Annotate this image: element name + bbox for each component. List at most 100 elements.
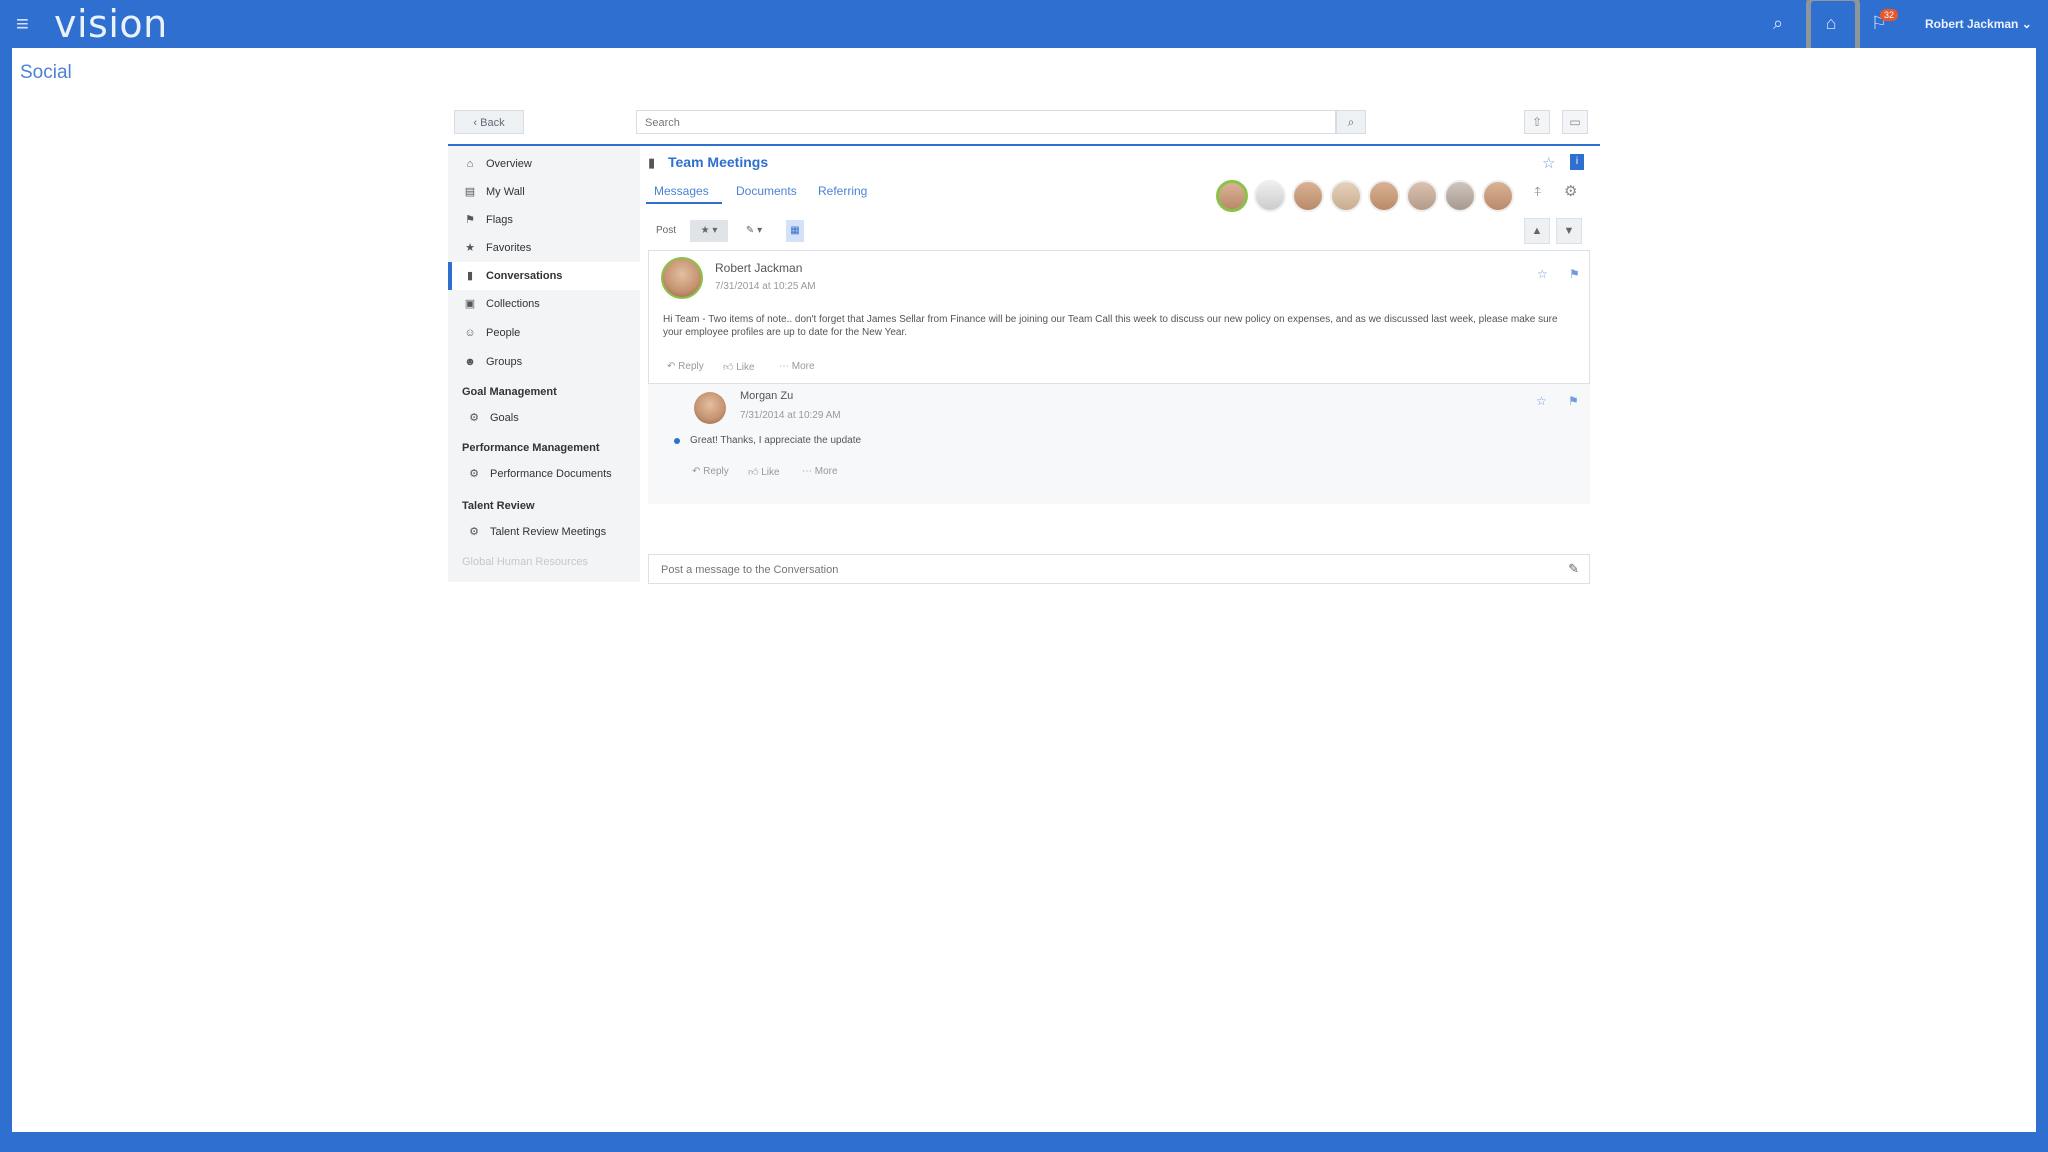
sidebar-item-global-hr[interactable]: Global Human Resources xyxy=(462,556,588,568)
sidebar-item-favorites[interactable]: ★ Favorites xyxy=(448,234,640,262)
flag-icon[interactable]: ⚑ xyxy=(1569,267,1580,281)
post-author[interactable]: Morgan Zu xyxy=(740,390,793,402)
search-icon: ⌕ xyxy=(1347,115,1355,129)
sidebar-item-talent-review-meetings[interactable]: ⚙ Talent Review Meetings xyxy=(448,518,640,546)
sidebar-item-label: Groups xyxy=(486,356,523,368)
sidebar-item-goals[interactable]: ⚙ Goals xyxy=(448,404,640,432)
sidebar-item-overview[interactable]: ⌂ Overview xyxy=(448,150,640,178)
scroll-up-button[interactable]: ▲ xyxy=(1524,218,1550,244)
star-icon: ★ xyxy=(465,242,475,254)
sidebar-item-flags[interactable]: ⚑ Flags xyxy=(448,206,640,234)
avatar[interactable] xyxy=(1330,180,1362,212)
star-icon: ★ ▾ xyxy=(700,225,718,236)
sidebar-item-label: Flags xyxy=(486,214,513,226)
upload-button[interactable]: ⇧ xyxy=(1524,110,1550,134)
avatar[interactable] xyxy=(1292,180,1324,212)
sidebar: ⌂ Overview ▤ My Wall ⚑ Flags ★ Favorites… xyxy=(448,146,640,582)
scroll-down-button[interactable]: ▼ xyxy=(1556,218,1582,244)
sidebar-item-conversations[interactable]: ▮ Conversations xyxy=(448,262,640,290)
avatar[interactable] xyxy=(1482,180,1514,212)
calendar-button[interactable]: ▦ xyxy=(786,220,804,242)
more-button[interactable]: ⋯ More xyxy=(802,466,838,477)
more-icon: ⋯ xyxy=(802,466,815,477)
search-icon[interactable]: ⌕ xyxy=(1765,10,1791,36)
groups-icon: ☻ xyxy=(464,356,476,368)
sidebar-item-label: Collections xyxy=(486,298,540,310)
like-button[interactable]: 👍︎ Like xyxy=(748,466,780,478)
search-button[interactable]: ⌕ xyxy=(1336,110,1366,134)
filter-starred-button[interactable]: ★ ▾ xyxy=(690,220,728,242)
sidebar-item-label: Favorites xyxy=(486,242,532,254)
notification-badge: 32 xyxy=(1880,9,1899,21)
post-author[interactable]: Robert Jackman xyxy=(715,261,802,275)
home-icon: ⌂ xyxy=(466,158,474,170)
like-button[interactable]: 👍︎ Like xyxy=(723,361,755,373)
more-button[interactable]: ⋯ More xyxy=(779,361,815,372)
search-input[interactable] xyxy=(643,112,1287,134)
sidebar-item-collections[interactable]: ▣ Collections xyxy=(448,290,640,318)
reply-button[interactable]: ↶ Reply xyxy=(667,361,704,372)
filter-bar: Post ★ ▾ ✎ ▾ ▦ ▲ ▼ xyxy=(646,218,1590,246)
conversation-title: Team Meetings xyxy=(668,154,769,170)
menu-icon[interactable]: ≡ xyxy=(16,13,38,35)
avatar[interactable] xyxy=(1368,180,1400,212)
collections-icon: ▣ xyxy=(464,298,476,310)
flag-icon[interactable]: ⚑ xyxy=(1568,394,1579,408)
avatar[interactable] xyxy=(1406,180,1438,212)
search-field[interactable] xyxy=(636,110,1336,134)
top-bar: ≡ vision ⌕ ⌂ ⚐ 32 Robert Jackman ⌄ xyxy=(0,0,2048,66)
post-timestamp: 7/31/2014 at 10:25 AM xyxy=(715,281,816,292)
user-menu[interactable]: Robert Jackman ⌄ xyxy=(1925,17,2032,31)
like-icon: 👍︎ xyxy=(723,362,737,373)
avatar[interactable] xyxy=(661,257,703,299)
edit-icon: ✎ ▾ xyxy=(745,225,763,236)
sidebar-item-label: Conversations xyxy=(486,270,563,282)
section-heading-performance-management: Performance Management xyxy=(462,442,600,454)
avatar[interactable] xyxy=(694,392,726,424)
sidebar-item-people[interactable]: ☺ People xyxy=(448,319,640,347)
flag-icon: ⚑ xyxy=(465,214,475,226)
conversation-panel: ▮ Team Meetings ☆ i Messages Documents R… xyxy=(646,146,1600,584)
filter-label: Post xyxy=(656,225,677,236)
social-app: ‹ Back ⌕ ⇧ ▭ ⌂ Overview ▤ My Wall ⚑ Flag… xyxy=(448,104,1600,584)
info-icon[interactable]: i xyxy=(1570,154,1584,170)
app-logo: vision xyxy=(54,2,168,46)
star-icon[interactable]: ☆ xyxy=(1537,267,1548,281)
gear-icon[interactable]: ⚙ xyxy=(1564,182,1577,200)
sidebar-item-label: People xyxy=(486,327,521,339)
like-icon: 👍︎ xyxy=(748,467,762,478)
favorite-star-icon[interactable]: ☆ xyxy=(1542,154,1555,172)
chevron-down-icon: ▼ xyxy=(1563,225,1575,237)
gear-icon: ⚙ xyxy=(469,526,479,538)
add-member-icon[interactable]: ⍏ xyxy=(1534,184,1542,200)
gear-icon: ⚙ xyxy=(469,412,479,424)
active-tab-indicator xyxy=(646,202,722,204)
window-button[interactable]: ▭ xyxy=(1562,110,1588,134)
reply-icon: ↶ xyxy=(667,361,679,372)
sidebar-item-label: My Wall xyxy=(486,186,525,198)
avatar[interactable] xyxy=(1444,180,1476,212)
tab-messages[interactable]: Messages xyxy=(654,184,709,198)
sidebar-item-groups[interactable]: ☻ Groups xyxy=(448,348,640,376)
gear-icon: ⚙ xyxy=(469,468,479,480)
back-button[interactable]: ‹ Back xyxy=(454,110,524,134)
chat-icon: ▮ xyxy=(648,155,656,170)
unread-dot xyxy=(674,438,680,444)
section-heading-goal-management: Goal Management xyxy=(462,386,557,398)
attach-icon[interactable]: ✎ xyxy=(1568,561,1579,577)
avatar[interactable] xyxy=(1254,180,1286,212)
star-icon[interactable]: ☆ xyxy=(1536,394,1547,408)
tab-documents[interactable]: Documents xyxy=(736,184,797,198)
sidebar-item-performance-documents[interactable]: ⚙ Performance Documents xyxy=(448,460,640,488)
sidebar-item-label: Talent Review Meetings xyxy=(490,526,607,538)
tab-referring[interactable]: Referring xyxy=(818,184,867,198)
post-message-input[interactable] xyxy=(659,560,1543,580)
post-body: Hi Team - Two items of note.. don't forg… xyxy=(663,314,1558,338)
calendar-icon: ▦ xyxy=(790,225,800,236)
sidebar-item-my-wall[interactable]: ▤ My Wall xyxy=(448,178,640,206)
page-title: Social xyxy=(20,62,72,83)
reply-button[interactable]: ↶ Reply xyxy=(692,466,729,477)
avatar[interactable] xyxy=(1216,180,1248,212)
sidebar-item-label: Performance Documents xyxy=(490,468,612,480)
filter-edit-button[interactable]: ✎ ▾ xyxy=(736,220,772,242)
